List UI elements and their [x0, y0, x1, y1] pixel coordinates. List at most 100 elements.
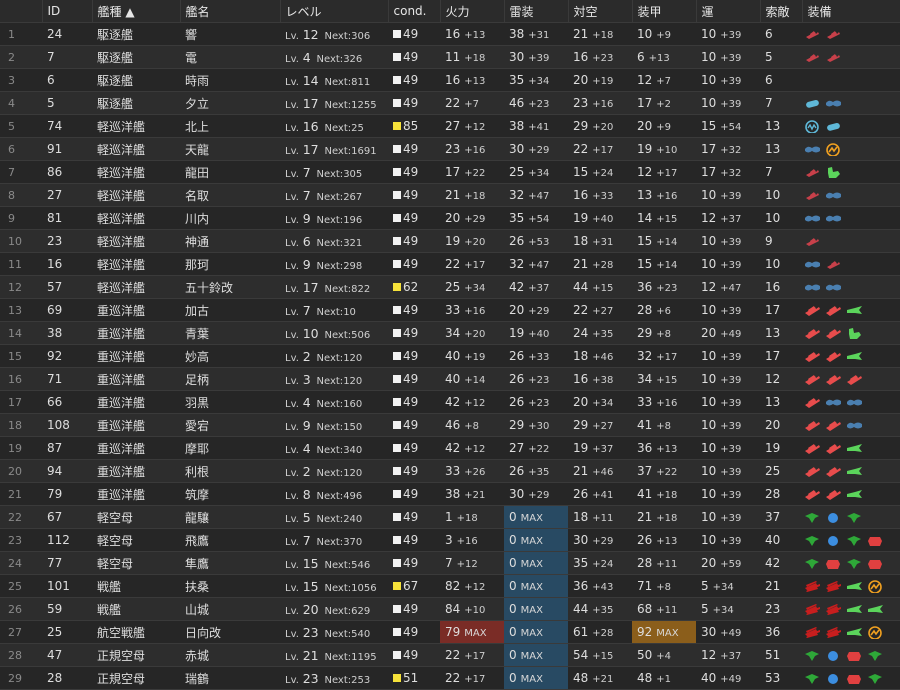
radar-icon[interactable] [867, 580, 884, 593]
medium-gun-icon[interactable] [804, 350, 821, 363]
medium-gun-icon[interactable] [846, 373, 863, 386]
table-row[interactable]: 26 59 戦艦 山城 Lv. 20 Next:629 49 84 +10 0 MAX 44 +35 6… [0, 597, 900, 621]
medium-gun-icon[interactable] [804, 465, 821, 478]
seaplane-icon[interactable] [846, 488, 863, 501]
medium-gun-icon[interactable] [825, 373, 842, 386]
column-header-search[interactable]: 索敵 [760, 0, 803, 23]
torpedo-icon[interactable] [825, 212, 842, 225]
medium-gun-icon[interactable] [825, 488, 842, 501]
small-gun-icon[interactable] [804, 51, 821, 64]
table-row[interactable]: 7 86 軽巡洋艦 龍田 Lv. 7 Next:305 49 17 +22 25 +34 15 +24… [0, 160, 900, 184]
fighter-icon[interactable] [804, 534, 821, 547]
medium-gun-icon[interactable] [804, 327, 821, 340]
bomber-icon[interactable] [825, 557, 842, 570]
table-row[interactable]: 5 74 軽巡洋艦 北上 Lv. 16 Next:25 85 27 +12 38 +41 29 +20… [0, 114, 900, 138]
table-row[interactable]: 27 25 航空戦艦 日向改 Lv. 23 Next:540 49 79 MAX 0 MAX 61 +… [0, 620, 900, 644]
torpedo-icon[interactable] [804, 212, 821, 225]
torpedo-icon[interactable] [846, 396, 863, 409]
bomber-icon[interactable] [867, 557, 884, 570]
medium-gun-icon[interactable] [825, 350, 842, 363]
large-gun-icon[interactable] [825, 603, 842, 616]
large-gun-icon[interactable] [825, 580, 842, 593]
medium-gun-icon[interactable] [804, 419, 821, 432]
torpedo-bomber-icon[interactable] [825, 534, 842, 547]
small-gun-icon[interactable] [804, 166, 821, 179]
column-header-aa[interactable]: 対空 [568, 0, 633, 23]
small-gun-icon[interactable] [825, 51, 842, 64]
torpedo-icon[interactable] [804, 281, 821, 294]
small-gun-icon[interactable] [804, 189, 821, 202]
seaplane-icon[interactable] [846, 442, 863, 455]
fighter-icon[interactable] [804, 511, 821, 524]
large-gun-icon[interactable] [804, 626, 821, 639]
medium-gun-icon[interactable] [825, 304, 842, 317]
table-row[interactable]: 17 66 重巡洋艦 羽黒 Lv. 4 Next:160 49 42 +12 26 +23 20 +3… [0, 390, 900, 414]
seaplane-icon[interactable] [846, 580, 863, 593]
aa-gun-icon[interactable] [846, 327, 863, 340]
drum-icon[interactable] [804, 97, 821, 110]
torpedo-icon[interactable] [804, 143, 821, 156]
column-header-rownum[interactable] [0, 0, 43, 23]
fighter-icon[interactable] [846, 557, 863, 570]
torpedo-icon[interactable] [825, 97, 842, 110]
column-header-type[interactable]: 艦種 ▲ [92, 0, 181, 23]
bomber-icon[interactable] [867, 534, 884, 547]
table-row[interactable]: 22 67 軽空母 龍驤 Lv. 5 Next:240 49 1 +18 0 MAX 18 +11 21… [0, 505, 900, 529]
column-header-torpedo[interactable]: 雷装 [504, 0, 569, 23]
torpedo-icon[interactable] [825, 396, 842, 409]
torpedo-icon[interactable] [825, 189, 842, 202]
radar-icon[interactable] [867, 626, 884, 639]
medium-gun-icon[interactable] [804, 488, 821, 501]
table-row[interactable]: 28 47 正規空母 赤城 Lv. 21 Next:1195 49 22 +17 0 MAX 54 +… [0, 643, 900, 667]
seaplane-icon[interactable] [846, 603, 863, 616]
table-row[interactable]: 18 108 重巡洋艦 愛宕 Lv. 9 Next:150 49 46 +8 29 +30 29 +2… [0, 413, 900, 437]
torpedo-icon[interactable] [846, 419, 863, 432]
table-row[interactable]: 12 57 軽巡洋艦 五十鈴改 Lv. 17 Next:822 62 25 +34 42 +37 4… [0, 275, 900, 299]
medium-gun-icon[interactable] [804, 304, 821, 317]
large-gun-icon[interactable] [825, 626, 842, 639]
bomber-icon[interactable] [846, 672, 863, 685]
small-gun-icon[interactable] [825, 258, 842, 271]
seaplane-icon[interactable] [846, 304, 863, 317]
fighter-icon[interactable] [846, 534, 863, 547]
large-gun-icon[interactable] [804, 580, 821, 593]
table-row[interactable]: 2 7 駆逐艦電 Lv. 4 Next:326 49 11 +18 30 +39 16 +23 6 +1… [0, 45, 900, 69]
table-row[interactable]: 25 101 戦艦 扶桑 Lv. 15 Next:1056 67 82 +12 0 MAX 36 +4… [0, 574, 900, 598]
seaplane-icon[interactable] [846, 465, 863, 478]
medium-gun-icon[interactable] [804, 396, 821, 409]
sonar-icon[interactable] [804, 120, 821, 133]
seaplane-icon[interactable] [867, 603, 884, 616]
column-header-armor[interactable]: 装甲 [632, 0, 697, 23]
table-row[interactable]: 10 23 軽巡洋艦 神通 Lv. 6 Next:321 49 19 +20 26 +53 18 +3… [0, 229, 900, 253]
fighter-icon[interactable] [804, 557, 821, 570]
torpedo-bomber-icon[interactable] [825, 649, 842, 662]
torpedo-icon[interactable] [804, 258, 821, 271]
fighter-icon[interactable] [804, 649, 821, 662]
torpedo-bomber-icon[interactable] [825, 511, 842, 524]
seaplane-icon[interactable] [846, 350, 863, 363]
column-header-equip[interactable]: 装備 [802, 0, 900, 23]
large-gun-icon[interactable] [804, 603, 821, 616]
table-row[interactable]: 21 79 重巡洋艦 筑摩 Lv. 8 Next:496 49 38 +21 30 +29 26 +4… [0, 482, 900, 506]
table-row[interactable]: 8 27 軽巡洋艦 名取 Lv. 7 Next:267 49 21 +18 32 +47 16 +33… [0, 183, 900, 207]
fighter-icon[interactable] [804, 672, 821, 685]
table-row[interactable]: 16 71 重巡洋艦 足柄 Lv. 3 Next:120 49 40 +14 26 +23 16 +3… [0, 367, 900, 391]
table-row[interactable]: 29 28 正規空母 瑞鶴 Lv. 23 Next:253 51 22 +17 0 MAX 48 +2… [0, 666, 900, 690]
small-gun-icon[interactable] [804, 28, 821, 41]
column-header-luck[interactable]: 運 [696, 0, 761, 23]
table-row[interactable]: 11 16 軽巡洋艦 那珂 Lv. 9 Next:298 49 22 +17 32 +47 21 +2… [0, 252, 900, 276]
column-header-cond[interactable]: cond. [388, 0, 441, 23]
fighter-icon[interactable] [867, 649, 884, 662]
fighter-icon[interactable] [846, 511, 863, 524]
small-gun-icon[interactable] [825, 28, 842, 41]
column-header-id[interactable]: ID [42, 0, 93, 23]
table-row[interactable]: 4 5 駆逐艦 夕立 Lv. 17 Next:1255 49 22 +7 46 +23 23 +16 1… [0, 91, 900, 115]
torpedo-bomber-icon[interactable] [825, 672, 842, 685]
aa-gun-icon[interactable] [825, 166, 842, 179]
medium-gun-icon[interactable] [825, 327, 842, 340]
table-row[interactable]: 3 6 駆逐艦 時雨 Lv. 14 Next:811 49 16 +13 35 +34 20 +19 1… [0, 68, 900, 92]
medium-gun-icon[interactable] [825, 442, 842, 455]
table-row[interactable]: 6 91 軽巡洋艦 天龍 Lv. 17 Next:1691 49 23 +16 30 +29 22 +… [0, 137, 900, 161]
medium-gun-icon[interactable] [825, 419, 842, 432]
medium-gun-icon[interactable] [804, 373, 821, 386]
